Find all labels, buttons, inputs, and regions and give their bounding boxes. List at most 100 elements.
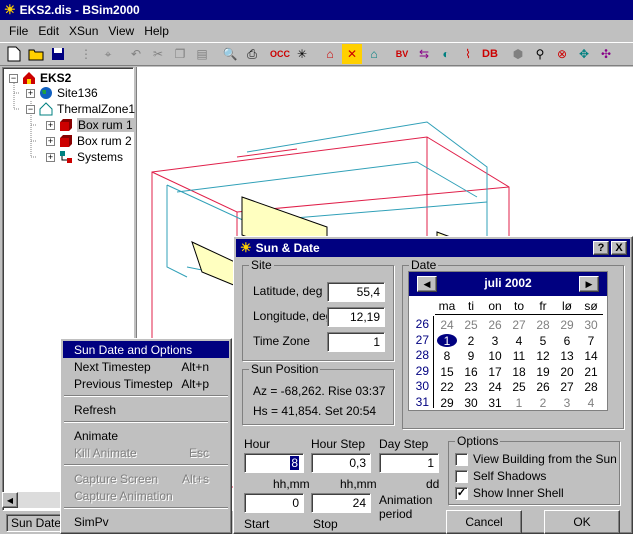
calendar-day[interactable]: 10 (483, 348, 507, 364)
ok-button[interactable]: OK (544, 510, 620, 534)
calendar-day[interactable]: 24 (435, 317, 459, 333)
calendar-day[interactable]: 14 (579, 348, 603, 364)
calendar-day[interactable]: 29 (435, 395, 459, 411)
copy-icon[interactable]: ❐ (170, 44, 190, 64)
expand-icon[interactable]: + (46, 120, 55, 130)
view-from-sun-checkbox[interactable]: View Building from the Sun (455, 452, 617, 466)
menu-item-animate[interactable]: Animate (63, 427, 229, 444)
save-icon[interactable] (48, 44, 68, 64)
calendar-day[interactable]: 28 (579, 379, 603, 395)
calendar-day[interactable]: 8 (435, 348, 459, 364)
paste-icon[interactable]: ▤ (192, 44, 212, 64)
calendar-day[interactable]: 9 (459, 348, 483, 364)
calendar-day-selected[interactable]: 1 (435, 333, 459, 349)
calendar-day[interactable]: 6 (555, 333, 579, 349)
expand-icon[interactable]: + (46, 136, 55, 146)
hour-field[interactable]: 8 (244, 453, 304, 473)
menu-item-previous-timestep[interactable]: Previous Timestep Alt+p (63, 375, 229, 392)
undo-icon[interactable]: ↶ (126, 44, 146, 64)
view-from-sun-box[interactable] (455, 452, 468, 466)
menu-edit[interactable]: Edit (33, 24, 64, 38)
close-button[interactable]: X (611, 241, 627, 255)
calendar-day[interactable]: 21 (579, 364, 603, 380)
expand-icon[interactable]: + (26, 88, 35, 98)
db-icon[interactable]: DB (480, 44, 500, 64)
self-shadows-checkbox[interactable]: Self Shadows (455, 469, 546, 483)
menu-item-next-timestep[interactable]: Next Timestep Alt+n (63, 358, 229, 375)
print-preview-icon[interactable]: 🔍 (220, 44, 240, 64)
calendar-day[interactable]: 22 (435, 379, 459, 395)
object-icon[interactable]: ⬢ (508, 44, 528, 64)
house-view-icon[interactable]: ⌂ (364, 44, 384, 64)
transfer-icon[interactable]: ⇆ (414, 44, 434, 64)
sun-burst-icon[interactable]: ✳ (292, 44, 312, 64)
next-month-icon[interactable]: ▶ (579, 276, 599, 292)
calendar-day[interactable]: 3 (555, 395, 579, 411)
calendar-day[interactable]: 27 (507, 317, 531, 333)
tree-room-2[interactable]: + Box rum 2 (46, 133, 132, 149)
prev-month-icon[interactable]: ◀ (417, 276, 437, 292)
tree-site[interactable]: + Site136 (26, 85, 98, 101)
calendar-day[interactable]: 16 (459, 364, 483, 380)
main-titlebar[interactable]: ☀ EKS2.dis - BSim2000 (0, 0, 633, 20)
cancel-button[interactable]: Cancel (446, 510, 522, 534)
calendar-day[interactable]: 12 (531, 348, 555, 364)
calendar-day[interactable]: 23 (459, 379, 483, 395)
daystep-field[interactable]: 1 (379, 453, 439, 473)
stop-field[interactable]: 24 (311, 493, 371, 513)
cut-icon[interactable]: ✂ (148, 44, 168, 64)
inner-shell-checkbox[interactable]: ✓ Show Inner Shell (455, 486, 564, 500)
timezone-field[interactable]: 1 (327, 332, 385, 352)
calendar-day[interactable]: 19 (531, 364, 555, 380)
tree-systems[interactable]: + Systems (46, 149, 123, 165)
calendar-day[interactable]: 25 (507, 379, 531, 395)
help-button[interactable]: ? (593, 241, 609, 255)
calendar-day[interactable]: 30 (459, 395, 483, 411)
calendar-day[interactable]: 20 (555, 364, 579, 380)
pan-icon[interactable]: ✥ (574, 44, 594, 64)
tree-room-1[interactable]: + Box rum 1 (46, 117, 134, 133)
pin-icon[interactable]: ⌖ (98, 44, 118, 64)
calendar-day[interactable]: 2 (459, 333, 483, 349)
calendar-day[interactable]: 26 (531, 379, 555, 395)
menu-file[interactable]: File (4, 24, 33, 38)
calendar[interactable]: ◀ juli 2002 ▶ ma ti on to fr lø sø 26 27 28 29 30 31… (408, 271, 608, 411)
calendar-day[interactable]: 2 (531, 395, 555, 411)
calendar-day[interactable]: 24 (483, 379, 507, 395)
properties-icon[interactable]: ⋮ (76, 44, 96, 64)
calendar-day[interactable]: 7 (579, 333, 603, 349)
expand-icon[interactable]: + (46, 152, 55, 162)
chart-icon[interactable]: ⌇ (458, 44, 478, 64)
menu-xsun[interactable]: XSun (64, 24, 103, 38)
tsim-icon[interactable]: ◐ (436, 44, 456, 64)
calendar-day[interactable]: 4 (507, 333, 531, 349)
collapse-icon[interactable]: − (26, 104, 35, 114)
self-shadows-box[interactable] (455, 469, 468, 483)
longitude-field[interactable]: 12,19 (327, 307, 385, 327)
calendar-day[interactable]: 17 (483, 364, 507, 380)
zoom-icon[interactable]: ⚲ (530, 44, 550, 64)
menu-item-capture-animation[interactable]: Capture Animation (63, 487, 229, 504)
calendar-day[interactable]: 18 (507, 364, 531, 380)
calendar-day[interactable]: 15 (435, 364, 459, 380)
zoom-out-icon[interactable]: ⊗ (552, 44, 572, 64)
menu-item-simpv[interactable]: SimPv (63, 513, 229, 530)
menu-view[interactable]: View (103, 24, 139, 38)
calendar-day[interactable]: 3 (483, 333, 507, 349)
calendar-day[interactable]: 30 (579, 317, 603, 333)
bv-icon[interactable]: BV (392, 44, 412, 64)
rotate-icon[interactable]: ✣ (596, 44, 616, 64)
dialog-titlebar[interactable]: ☀ Sun & Date ? X (236, 239, 630, 257)
tree-zone[interactable]: − ThermalZone1 (26, 101, 135, 117)
collapse-icon[interactable]: − (9, 73, 18, 83)
print-icon[interactable]: ⎙ (242, 44, 262, 64)
building-icon[interactable]: ⌂ (320, 44, 340, 64)
latitude-field[interactable]: 55,4 (327, 282, 385, 302)
tree-root[interactable]: − EKS2 (9, 70, 71, 86)
calendar-day[interactable]: 27 (555, 379, 579, 395)
menu-item-sun-date-options[interactable]: Sun Date and Options (63, 341, 229, 358)
scroll-left-icon[interactable]: ◀ (2, 492, 18, 508)
calendar-day[interactable]: 5 (531, 333, 555, 349)
calendar-day[interactable]: 29 (555, 317, 579, 333)
menu-item-refresh[interactable]: Refresh (63, 401, 229, 418)
